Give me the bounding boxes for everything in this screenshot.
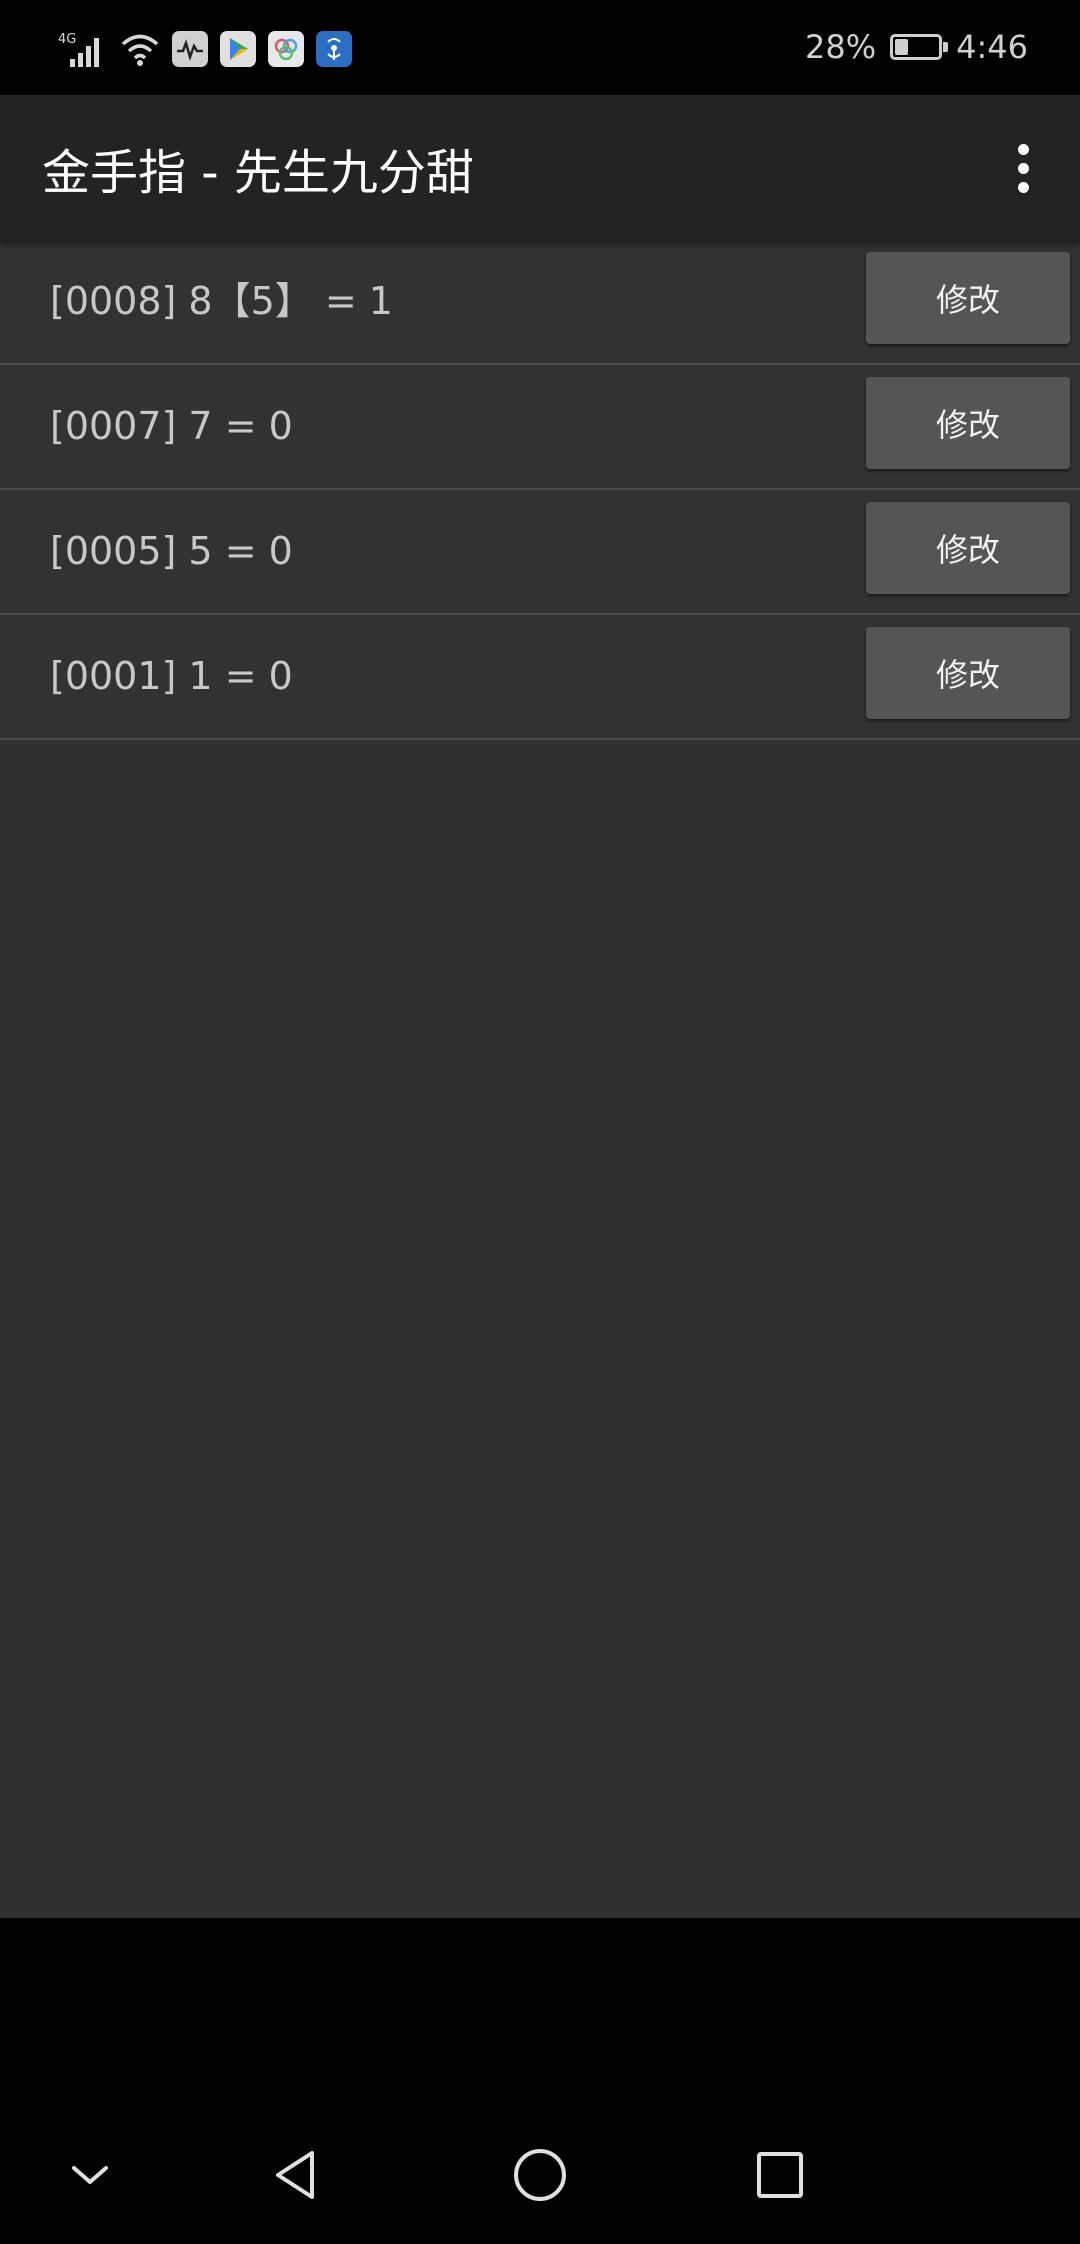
list-item: [0008] 8【5】 = 1 修改 — [0, 240, 1080, 365]
network-type-label: 4G — [58, 32, 76, 47]
cheat-list: [0008] 8【5】 = 1 修改 [0007] 7 = 0 修改 [0005… — [0, 240, 1080, 1918]
more-options-icon[interactable] — [988, 133, 1058, 203]
cheat-entry-text: [0008] 8【5】 = 1 — [50, 279, 393, 323]
edit-button[interactable]: 修改 — [866, 252, 1070, 344]
gallery-app-icon — [268, 31, 304, 67]
edit-button[interactable]: 修改 — [866, 627, 1070, 719]
list-item: [0005] 5 = 0 修改 — [0, 490, 1080, 615]
home-icon[interactable] — [500, 2135, 580, 2215]
cheat-entry-text: [0007] 7 = 0 — [50, 404, 293, 448]
status-icons-right: 28% 4:46 — [805, 22, 1028, 72]
page-title: 金手指 - 先生九分甜 — [42, 145, 474, 201]
status-bar: 4G 28% 4:46 — [0, 0, 1080, 95]
app-bar: 金手指 - 先生九分甜 — [0, 95, 1080, 240]
battery-level — [895, 39, 909, 55]
clock: 4:46 — [956, 28, 1028, 66]
play-store-app-icon — [220, 31, 256, 67]
list-item: [0007] 7 = 0 修改 — [0, 365, 1080, 490]
list-item: [0001] 1 = 0 修改 — [0, 615, 1080, 740]
wifi-icon — [120, 31, 160, 67]
battery-icon — [890, 34, 949, 60]
back-icon[interactable] — [258, 2135, 338, 2215]
navigation-bar — [0, 2110, 1080, 2244]
cellular-signal-icon: 4G — [56, 29, 108, 69]
activity-monitor-icon — [172, 31, 208, 67]
status-icons-left: 4G — [56, 28, 352, 70]
edit-button[interactable]: 修改 — [866, 377, 1070, 469]
battery-percent: 28% — [805, 28, 877, 66]
recent-apps-icon[interactable] — [740, 2135, 820, 2215]
edit-button[interactable]: 修改 — [866, 502, 1070, 594]
hotspot-icon — [316, 31, 352, 67]
cheat-entry-text: [0001] 1 = 0 — [50, 654, 293, 698]
cheat-entry-text: [0005] 5 = 0 — [50, 529, 293, 573]
hide-navigation-icon[interactable] — [50, 2135, 130, 2215]
